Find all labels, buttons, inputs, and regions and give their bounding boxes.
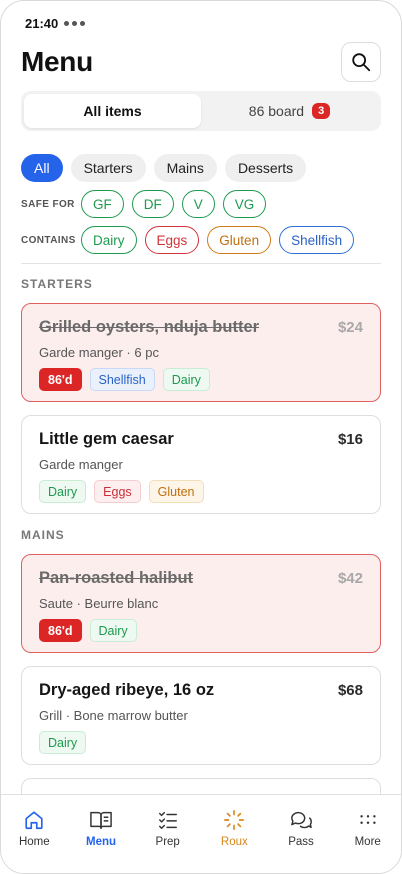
tab-more[interactable]: More [334, 795, 401, 873]
view-segmented-control: All items 86 board 3 [21, 91, 381, 131]
page-title: Menu [21, 46, 93, 77]
tab-roux[interactable]: Roux [201, 795, 268, 873]
item-price: $16 [337, 431, 363, 448]
search-button[interactable] [341, 42, 381, 82]
category-chip-mains[interactable]: Mains [153, 154, 217, 182]
section-header-mains: MAINS [21, 528, 65, 542]
category-chip-starters[interactable]: Starters [70, 154, 146, 182]
tab-label: Home [18, 836, 50, 848]
eighty-six-badge: 86'd [39, 619, 82, 642]
book-icon [90, 811, 112, 829]
segment-86-board[interactable]: 86 board 3 [201, 94, 378, 128]
safe-for-filter: SAFE FOR GF DF V VG [21, 190, 267, 218]
item-price: $42 [337, 570, 363, 587]
menu-item-card[interactable]: Little gem caesar $16 Garde manger Dairy… [21, 415, 381, 514]
allergen-chip-eggs[interactable]: Eggs [144, 226, 200, 254]
diet-chip-v[interactable]: V [181, 190, 215, 218]
category-chip-desserts[interactable]: Desserts [224, 154, 307, 182]
divider [21, 263, 381, 264]
bottom-tab-bar: Home Menu Prep Roux Pass More [1, 794, 401, 873]
item-price: $24 [337, 319, 363, 336]
item-price: $68 [337, 682, 363, 699]
allergen-tag: Dairy [162, 368, 210, 391]
allergen-tag: Shellfish [89, 368, 155, 391]
phone-frame: 21:40 Menu All items 86 board 3 All Star… [0, 0, 402, 874]
home-icon [25, 811, 43, 830]
tab-label: Menu [85, 836, 117, 848]
filter-label: CONTAINS [21, 234, 76, 246]
tab-prep[interactable]: Prep [134, 795, 201, 873]
eighty-six-badge: 86'd [39, 368, 82, 391]
tab-label: Roux [220, 836, 248, 848]
menu-item-card[interactable]: Pan-roasted halibut $42 Saute · Beurre b… [21, 554, 381, 653]
chat-icon [291, 811, 312, 829]
dots-grid-icon [360, 815, 376, 824]
tab-pass[interactable]: Pass [268, 795, 335, 873]
allergen-tag: Gluten [148, 480, 204, 503]
item-station: Grill · Bone marrow butter [39, 708, 188, 723]
allergen-tag: Dairy [39, 480, 87, 503]
diet-chip-vg[interactable]: VG [222, 190, 267, 218]
item-name: Little gem caesar [39, 430, 174, 448]
checklist-icon [158, 811, 177, 829]
diet-chip-gf[interactable]: GF [81, 190, 124, 218]
segment-all-items[interactable]: All items [24, 94, 201, 128]
tab-label: More [354, 836, 381, 848]
search-icon [352, 53, 371, 72]
status-time: 21:40 [25, 15, 59, 31]
tab-label: Prep [155, 836, 180, 848]
section-header-starters: STARTERS [21, 277, 93, 291]
status-bar: 21:40 [25, 14, 86, 32]
category-chip-all[interactable]: All [21, 154, 63, 182]
allergen-tag: Eggs [94, 480, 141, 503]
item-name: Pan-roasted halibut [39, 569, 194, 587]
tab-label: Pass [288, 836, 314, 848]
allergen-chip-dairy[interactable]: Dairy [81, 226, 137, 254]
allergen-tag: Dairy [89, 619, 137, 642]
item-station: Garde manger · 6 pc [39, 345, 159, 360]
segment-label: All items [83, 103, 142, 119]
item-station: Garde manger [39, 457, 123, 472]
allergen-chip-shellfish[interactable]: Shellfish [279, 226, 355, 254]
category-filter: All Starters Mains Desserts [21, 154, 307, 182]
item-station: Saute · Beurre blanc [39, 596, 159, 611]
item-name: Dry-aged ribeye, 16 oz [39, 681, 215, 699]
count-badge: 3 [312, 103, 331, 119]
allergen-tag: Dairy [39, 731, 87, 754]
filter-label: SAFE FOR [21, 198, 75, 210]
header: Menu [21, 41, 381, 83]
segment-label: 86 board [248, 103, 305, 119]
contains-filter: CONTAINS Dairy Eggs Gluten Shellfish [21, 226, 355, 254]
menu-item-card[interactable]: Dry-aged ribeye, 16 oz $68 Grill · Bone … [21, 666, 381, 765]
item-name: Grilled oysters, nduja butter [39, 318, 260, 336]
status-dots-icon [64, 20, 86, 26]
menu-item-card[interactable]: Grilled oysters, nduja butter $24 Garde … [21, 303, 381, 402]
tab-home[interactable]: Home [1, 795, 68, 873]
tab-menu[interactable]: Menu [68, 795, 135, 873]
sparkle-icon [224, 810, 245, 830]
diet-chip-df[interactable]: DF [131, 190, 174, 218]
allergen-chip-gluten[interactable]: Gluten [207, 226, 272, 254]
